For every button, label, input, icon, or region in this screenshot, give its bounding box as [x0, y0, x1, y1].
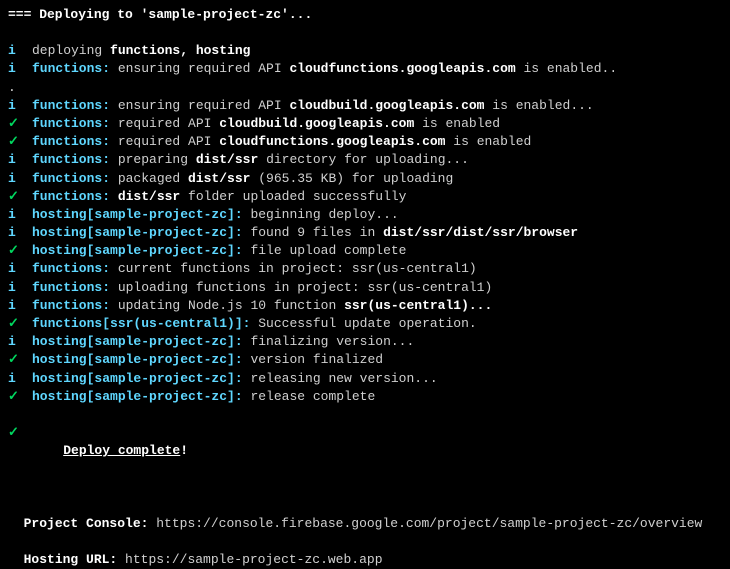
info-icon: i — [8, 170, 32, 188]
log-line: ✓functions: dist/ssr folder uploaded suc… — [8, 188, 722, 206]
log-line: ideploying functions, hosting — [8, 42, 722, 60]
log-content: functions: current functions in project:… — [32, 260, 722, 278]
log-line: ✓functions: required API cloudbuild.goog… — [8, 115, 722, 133]
check-icon: ✓ — [8, 242, 32, 260]
log-content: functions: preparing dist/ssr directory … — [32, 151, 722, 169]
project-console-label: Project Console: — [24, 516, 149, 531]
log-line: ✓hosting[sample-project-zc]: release com… — [8, 388, 722, 406]
log-content: hosting[sample-project-zc]: release comp… — [32, 388, 722, 406]
log-line: ✓hosting[sample-project-zc]: version fin… — [8, 351, 722, 369]
hosting-url: https://sample-project-zc.web.app — [125, 552, 382, 567]
log-content: . — [8, 79, 722, 97]
log-line: ihosting[sample-project-zc]: found 9 fil… — [8, 224, 722, 242]
log-content: functions: uploading functions in projec… — [32, 279, 722, 297]
log-content: hosting[sample-project-zc]: found 9 file… — [32, 224, 722, 242]
check-icon: ✓ — [8, 424, 32, 479]
log-content: hosting[sample-project-zc]: beginning de… — [32, 206, 722, 224]
info-icon: i — [8, 333, 32, 351]
log-line: ihosting[sample-project-zc]: releasing n… — [8, 370, 722, 388]
log-line: ifunctions: preparing dist/ssr directory… — [8, 151, 722, 169]
log-line: ifunctions: current functions in project… — [8, 260, 722, 278]
project-console-url: https://console.firebase.google.com/proj… — [156, 516, 702, 531]
log-line: ifunctions: packaged dist/ssr (965.35 KB… — [8, 170, 722, 188]
log-content: functions: packaged dist/ssr (965.35 KB)… — [32, 170, 722, 188]
check-icon: ✓ — [8, 133, 32, 151]
log-content: functions: required API cloudfunctions.g… — [32, 133, 722, 151]
log-line: ✓functions[ssr(us-central1)]: Successful… — [8, 315, 722, 333]
log-content: hosting[sample-project-zc]: releasing ne… — [32, 370, 722, 388]
log-line: ✓functions: required API cloudfunctions.… — [8, 133, 722, 151]
info-icon: i — [8, 60, 32, 78]
log-content: functions: ensuring required API cloudbu… — [32, 97, 722, 115]
deploy-header: === Deploying to 'sample-project-zc'... — [8, 6, 722, 24]
log-line: ihosting[sample-project-zc]: finalizing … — [8, 333, 722, 351]
log-output: ideploying functions, hostingifunctions:… — [8, 42, 722, 406]
info-icon: i — [8, 370, 32, 388]
info-icon: i — [8, 297, 32, 315]
info-icon: i — [8, 151, 32, 169]
check-icon: ✓ — [8, 188, 32, 206]
check-icon: ✓ — [8, 351, 32, 369]
check-icon: ✓ — [8, 315, 32, 333]
deploy-complete-text: Deploy complete — [63, 443, 180, 458]
log-line: ihosting[sample-project-zc]: beginning d… — [8, 206, 722, 224]
log-line: ifunctions: updating Node.js 10 function… — [8, 297, 722, 315]
log-line: ifunctions: ensuring required API cloudf… — [8, 60, 722, 78]
log-content: functions: dist/ssr folder uploaded succ… — [32, 188, 722, 206]
log-content: functions: required API cloudbuild.googl… — [32, 115, 722, 133]
hosting-url-line: Hosting URL: https://sample-project-zc.w… — [8, 533, 722, 569]
deploy-complete-line: ✓ Deploy complete! — [8, 424, 722, 479]
info-icon: i — [8, 224, 32, 242]
check-icon: ✓ — [8, 115, 32, 133]
info-icon: i — [8, 42, 32, 60]
log-line: ifunctions: uploading functions in proje… — [8, 279, 722, 297]
log-content: deploying functions, hosting — [32, 42, 722, 60]
log-line: ifunctions: ensuring required API cloudb… — [8, 97, 722, 115]
log-content: functions: ensuring required API cloudfu… — [32, 60, 722, 78]
hosting-url-label: Hosting URL: — [24, 552, 118, 567]
project-console-line: Project Console: https://console.firebas… — [8, 497, 722, 533]
log-content: hosting[sample-project-zc]: finalizing v… — [32, 333, 722, 351]
log-content: hosting[sample-project-zc]: file upload … — [32, 242, 722, 260]
info-icon: i — [8, 97, 32, 115]
log-content: functions: updating Node.js 10 function … — [32, 297, 722, 315]
info-icon: i — [8, 279, 32, 297]
log-line: . — [8, 79, 722, 97]
log-content: functions[ssr(us-central1)]: Successful … — [32, 315, 722, 333]
info-icon: i — [8, 206, 32, 224]
log-content: hosting[sample-project-zc]: version fina… — [32, 351, 722, 369]
info-icon: i — [8, 260, 32, 278]
check-icon: ✓ — [8, 388, 32, 406]
log-line: ✓hosting[sample-project-zc]: file upload… — [8, 242, 722, 260]
